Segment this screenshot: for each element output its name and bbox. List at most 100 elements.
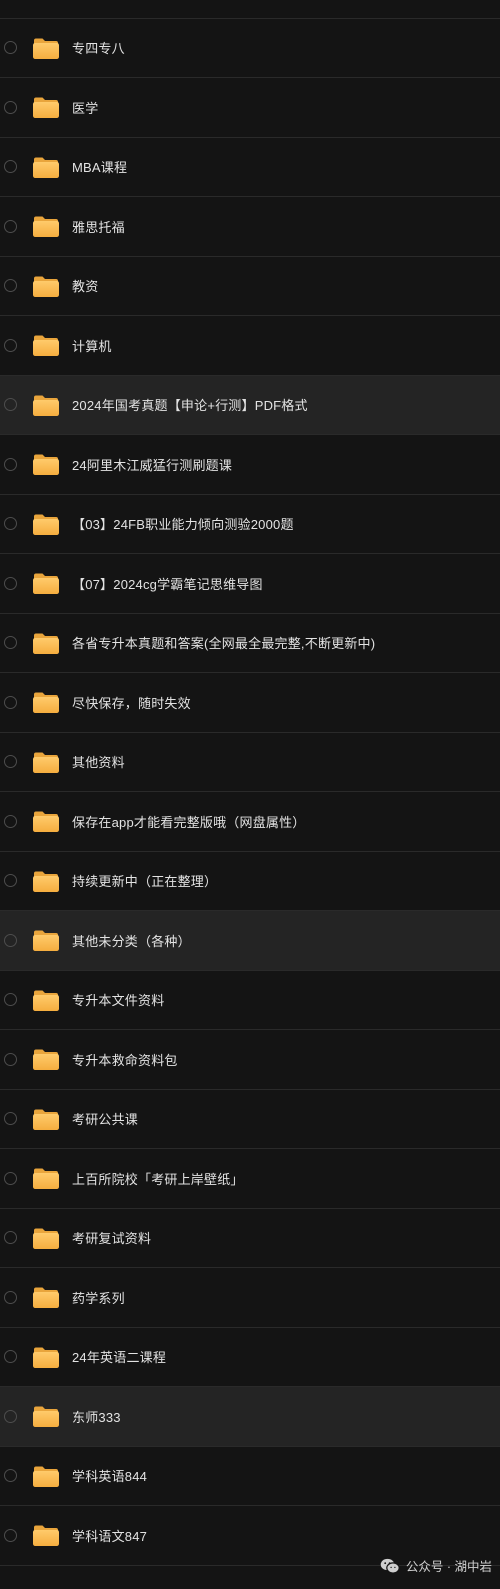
select-radio[interactable] (4, 1409, 17, 1423)
list-item[interactable]: 医学 (0, 78, 500, 138)
select-radio[interactable] (4, 993, 17, 1007)
list-item[interactable]: 专升本救命资料包 (0, 1030, 500, 1090)
select-radio[interactable] (4, 695, 17, 709)
folder-name: 持续更新中（正在整理） (72, 874, 218, 890)
folder-icon (33, 990, 59, 1011)
list-item[interactable]: 保存在app才能看完整版哦（网盘属性） (0, 792, 500, 852)
folder-name: 各省专升本真题和答案(全网最全最完整,不断更新中) (72, 636, 376, 652)
folder-icon (33, 276, 59, 297)
list-item[interactable]: 24阿里木江威猛行测刷题课 (0, 435, 500, 495)
folder-icon (33, 633, 59, 654)
select-radio[interactable] (4, 1290, 17, 1304)
folder-icon (33, 157, 59, 178)
select-radio[interactable] (4, 1052, 17, 1066)
folder-name: 雅思托福 (72, 219, 125, 235)
folder-icon (33, 811, 59, 833)
folder-name: 医学 (72, 100, 99, 116)
list-item[interactable]: 东师333 (0, 1387, 500, 1447)
select-radio[interactable] (4, 160, 17, 174)
select-radio[interactable] (4, 1350, 17, 1364)
wechat-icon (380, 1558, 400, 1574)
select-radio[interactable] (4, 219, 17, 233)
list-item[interactable]: 专四专八 (0, 19, 500, 78)
folder-icon (33, 454, 59, 476)
list-item[interactable]: 药学系列 (0, 1268, 500, 1328)
list-item[interactable]: 考研复试资料 (0, 1209, 500, 1268)
folder-name: 24年英语二课程 (72, 1350, 167, 1366)
list-item[interactable]: 各省专升本真题和答案(全网最全最完整,不断更新中) (0, 614, 500, 673)
folder-name: 考研公共课 (72, 1112, 139, 1128)
folder-name: 药学系列 (72, 1290, 125, 1306)
folder-name: 教资 (72, 279, 99, 295)
folder-name: 其他未分类（各种） (72, 933, 191, 949)
select-radio[interactable] (4, 1171, 17, 1185)
folder-name: 计算机 (72, 338, 112, 354)
folder-name: 尽快保存，随时失效 (72, 695, 191, 711)
folder-icon (33, 38, 59, 59)
select-radio[interactable] (4, 1469, 17, 1483)
list-item[interactable]: 其他资料 (0, 733, 500, 792)
list-item[interactable]: 雅思托福 (0, 197, 500, 257)
list-item[interactable]: 尽快保存，随时失效 (0, 673, 500, 733)
list-item[interactable]: 持续更新中（正在整理） (0, 852, 500, 911)
list-item[interactable]: 其他未分类（各种） (0, 911, 500, 971)
select-radio[interactable] (4, 814, 17, 828)
folder-name: 东师333 (72, 1409, 121, 1425)
select-radio[interactable] (4, 338, 17, 352)
folder-icon (33, 752, 59, 773)
select-radio[interactable] (4, 457, 17, 471)
folder-icon (33, 871, 59, 892)
select-radio[interactable] (4, 1231, 17, 1245)
folder-name: 专四专八 (72, 41, 125, 57)
folder-name: 上百所院校「考研上岸壁纸」 (72, 1171, 244, 1187)
folder-icon (33, 1347, 59, 1368)
folder-name: 学科英语844 (72, 1469, 148, 1485)
list-item[interactable]: 四六级 (0, 0, 500, 19)
select-radio[interactable] (4, 933, 17, 947)
select-radio[interactable] (4, 576, 17, 590)
select-radio[interactable] (4, 1528, 17, 1542)
folder-list: 四六级专四专八医学 MBA课程雅思托福教资计算机 2024年国考真题【申论+行测】P… (0, 0, 500, 1566)
list-item[interactable]: 学科英语844 (0, 1447, 500, 1506)
folder-icon (33, 930, 59, 952)
select-radio[interactable] (4, 41, 17, 55)
folder-name: 24阿里木江威猛行测刷题课 (72, 457, 233, 473)
folder-name: 专升本文件资料 (72, 993, 165, 1009)
folder-icon (33, 1525, 59, 1547)
folder-name: 专升本救命资料包 (72, 1052, 178, 1068)
folder-name: 【03】24FB职业能力倾向测验2000题 (72, 517, 294, 533)
folder-icon (33, 1228, 59, 1249)
list-item[interactable]: MBA课程 (0, 138, 500, 197)
select-radio[interactable] (4, 517, 17, 531)
watermark-text: 公众号 · 湖中岩 (405, 1560, 492, 1574)
select-radio[interactable] (4, 279, 17, 293)
folder-icon (33, 97, 59, 119)
select-radio[interactable] (4, 1112, 17, 1126)
folder-icon (33, 216, 59, 238)
folder-icon (33, 1168, 59, 1190)
watermark: 公众号 · 湖中岩 (380, 1556, 492, 1575)
select-radio[interactable] (4, 398, 17, 412)
list-item[interactable]: 计算机 (0, 316, 500, 376)
folder-icon (33, 335, 59, 357)
folder-name: MBA课程 (72, 160, 128, 176)
folder-icon (33, 1049, 59, 1071)
folder-name: 2024年国考真题【申论+行测】PDF格式 (72, 398, 308, 414)
folder-name: 考研复试资料 (72, 1231, 152, 1247)
folder-icon (33, 1109, 59, 1130)
select-radio[interactable] (4, 874, 17, 888)
select-radio[interactable] (4, 636, 17, 650)
list-item[interactable]: 教资 (0, 257, 500, 316)
select-radio[interactable] (4, 100, 17, 114)
list-item[interactable]: 24年英语二课程 (0, 1328, 500, 1387)
folder-name: 其他资料 (72, 755, 125, 771)
list-item[interactable]: 2024年国考真题【申论+行测】PDF格式 (0, 375, 500, 435)
list-item[interactable]: 【03】24FB职业能力倾向测验2000题 (0, 495, 500, 554)
list-item[interactable]: 专升本文件资料 (0, 971, 500, 1030)
folder-icon (33, 395, 59, 416)
list-item[interactable]: 【07】2024cg学霸笔记思维导图 (0, 554, 500, 614)
folder-icon (33, 573, 59, 595)
list-item[interactable]: 考研公共课 (0, 1090, 500, 1149)
select-radio[interactable] (4, 755, 17, 769)
list-item[interactable]: 上百所院校「考研上岸壁纸」 (0, 1149, 500, 1209)
